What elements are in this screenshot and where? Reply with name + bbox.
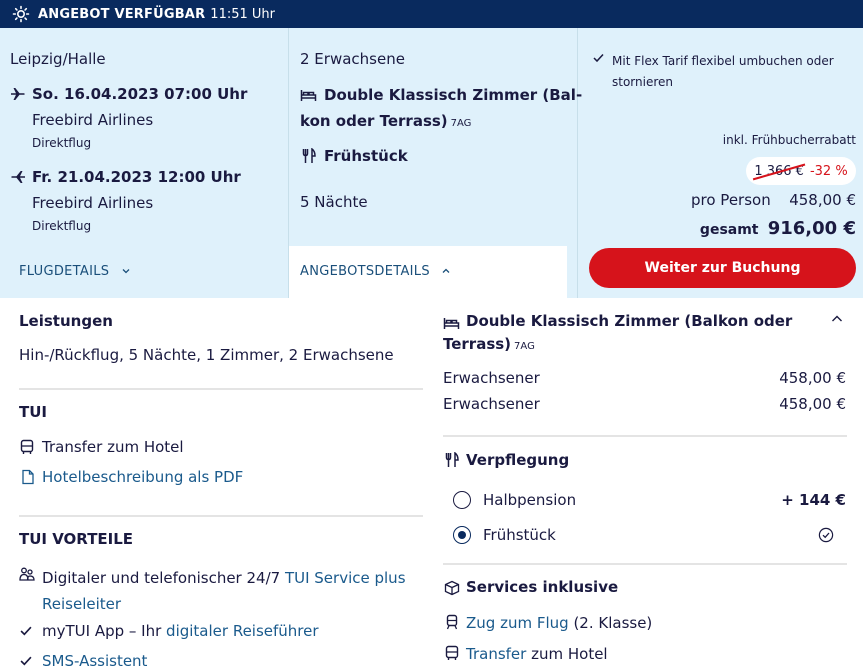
advantages-title: TUI VORTEILE — [19, 530, 134, 548]
cutlery-icon — [445, 452, 459, 467]
guest-price: 458,00 € — [779, 395, 846, 413]
board-title: Verpflegung — [466, 451, 570, 469]
flight-details-label: FLUGDETAILS — [19, 264, 110, 279]
tui-service-link[interactable]: TUI Service plus — [285, 569, 406, 587]
train-class-text: (2. Klasse) — [573, 614, 653, 632]
old-price: 1 366 € — [754, 163, 804, 179]
total-price-row: gesamt 916,00 € — [700, 218, 856, 239]
breakfast-radio[interactable] — [453, 526, 471, 544]
guest-label: Erwachsener — [443, 395, 540, 413]
total-label: gesamt — [699, 222, 759, 238]
hotel-pdf-link[interactable]: Hotelbeschreibung als PDF — [42, 468, 243, 486]
transfer-link[interactable]: Transfer — [466, 645, 526, 663]
discount-percent: -32 % — [809, 163, 848, 179]
package-icon — [444, 580, 460, 596]
guest-price: 458,00 € — [779, 369, 846, 387]
outbound-airline: Freebird Airlines — [32, 111, 154, 129]
train-icon — [446, 614, 458, 630]
check-icon — [593, 53, 604, 63]
advantage-app-text: myTUI App – Ihr — [42, 622, 162, 640]
availability-time: 11:51 Uhr — [210, 6, 275, 22]
check-icon — [20, 626, 32, 636]
total-price: 916,00 € — [767, 218, 856, 239]
plane-departure-icon — [11, 88, 25, 100]
traveller-count: 2 Erwachsene — [300, 50, 405, 68]
chevron-down-icon — [122, 269, 130, 274]
included-transfer: Transfer zum Hotel — [466, 645, 608, 663]
flight-details-toggle[interactable]: FLUGDETAILS — [19, 264, 130, 279]
transfer-text: zum Hotel — [531, 645, 608, 663]
bed-icon — [300, 90, 317, 101]
train-to-flight-link[interactable]: Zug zum Flug — [466, 614, 569, 632]
offer-details-label: ANGEBOTSDETAILS — [300, 264, 430, 279]
advantage-service-text: Digitaler und telefonischer 24/7 — [42, 569, 281, 587]
offer-details-tab[interactable]: ANGEBOTSDETAILS — [289, 246, 567, 298]
breakfast-label: Frühstück — [483, 526, 556, 544]
offer-details-panel: Leistungen Hin-/Rückflug, 5 Nächte, 1 Zi… — [9, 298, 856, 671]
early-booking-label: inkl. Frühbucherrabatt — [722, 133, 856, 147]
inbound-airline: Freebird Airlines — [32, 194, 154, 212]
included-services-title: Services inklusive — [466, 578, 619, 596]
availability-title: ANGEBOT VERFÜGBAR — [38, 6, 206, 22]
board-type: Frühstück — [324, 147, 408, 165]
per-person-price: 458,00 € — [789, 191, 856, 209]
half-board-radio[interactable] — [453, 491, 471, 509]
tui-item-transfer: Transfer zum Hotel — [42, 438, 184, 456]
per-person-label: pro Person — [691, 191, 771, 209]
outbound-date: So. 16.04.2023 07:00 Uhr — [32, 85, 248, 103]
continue-booking-button[interactable]: Weiter zur Buchung — [589, 248, 856, 288]
origin-airport: Leipzig/Halle — [10, 50, 106, 68]
inbound-type: Direktflug — [32, 219, 92, 233]
check-icon — [20, 656, 32, 666]
room-detail-title-line2: Terrass) — [443, 335, 512, 353]
divider — [19, 515, 423, 517]
chevron-up-icon — [442, 268, 450, 273]
sms-assistant-link[interactable]: SMS-Assistent — [42, 652, 147, 670]
advantage-service: Digitaler und telefonischer 24/7 TUI Ser… — [42, 565, 406, 617]
nights-count: 5 Nächte — [300, 193, 368, 211]
room-name-line1: Double Klassisch Zimmer (Bal- — [324, 86, 583, 104]
flight-summary: Leipzig/Halle So. 16.04.2023 07:00 Uhr F… — [0, 28, 289, 298]
plane-return-icon — [11, 171, 25, 183]
flex-tariff-line1: Mit Flex Tarif flexibel umbuchen oder — [612, 54, 834, 68]
bus-icon — [445, 645, 459, 660]
divider — [19, 388, 423, 390]
half-board-label: Halbpension — [483, 491, 577, 509]
people-icon — [19, 567, 35, 581]
divider — [443, 563, 847, 565]
sun-icon — [12, 5, 30, 23]
travel-guide-link[interactable]: digitaler Reiseführer — [166, 622, 319, 640]
divider — [443, 435, 847, 437]
flex-tariff-info: Mit Flex Tarif flexibel umbuchen oder st… — [612, 51, 834, 93]
bus-icon — [20, 439, 34, 454]
bed-icon — [443, 318, 460, 329]
document-icon — [22, 469, 34, 485]
inbound-date: Fr. 21.04.2023 12:00 Uhr — [32, 168, 241, 186]
room-detail-tag: 7AG — [514, 341, 535, 352]
tui-title: TUI — [19, 403, 47, 421]
guest-label: Erwachsener — [443, 369, 540, 387]
availability-bar: ANGEBOT VERFÜGBAR 11:51 Uhr — [0, 0, 863, 28]
cutlery-icon — [302, 148, 316, 163]
services-title: Leistungen — [19, 312, 113, 330]
check-circle-icon — [818, 527, 834, 543]
advantage-app: myTUI App – Ihr digitaler Reiseführer — [42, 622, 319, 640]
old-price-badge: 1 366 € -32 % — [746, 157, 856, 185]
included-train: Zug zum Flug (2. Klasse) — [466, 614, 652, 632]
flex-tariff-line2: stornieren — [612, 75, 674, 89]
tour-guide-link[interactable]: Reiseleiter — [42, 595, 121, 613]
room-tag: 7AG — [450, 118, 472, 129]
services-text: Hin-/Rückflug, 5 Nächte, 1 Zimmer, 2 Erw… — [19, 346, 394, 364]
room-name-line2: kon oder Terrass) — [300, 112, 448, 130]
outbound-type: Direktflug — [32, 136, 92, 150]
half-board-price: + 144 € — [781, 491, 846, 509]
collapse-chevron-up-icon[interactable] — [831, 314, 843, 324]
